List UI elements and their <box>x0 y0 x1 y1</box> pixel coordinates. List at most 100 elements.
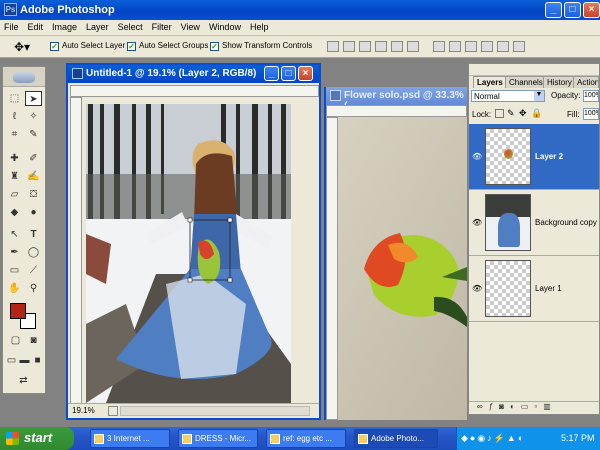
path-selection-tool-icon[interactable]: ↖ <box>6 227 23 242</box>
fill-input[interactable]: 100% <box>583 108 599 120</box>
layer-row-layer-2[interactable]: 👁 Layer 2 <box>469 124 599 190</box>
lock-pixels-icon[interactable]: ✎ <box>507 108 515 119</box>
chevron-down-icon[interactable]: ▼ <box>534 91 544 101</box>
close-button[interactable]: × <box>583 2 600 18</box>
screen-mode-menu-icon[interactable]: ▬ <box>18 353 31 368</box>
align-vcenter-icon[interactable] <box>343 41 355 52</box>
distribute-top-icon[interactable] <box>433 41 445 52</box>
zoom-tool-icon[interactable]: ⚲ <box>25 281 42 296</box>
show-transform-controls-checkbox[interactable]: ✓ <box>210 42 219 51</box>
eye-icon[interactable]: 👁 <box>472 284 482 293</box>
move-tool-icon[interactable]: ✥▾ <box>14 40 30 54</box>
healing-brush-tool-icon[interactable]: ✚ <box>6 151 23 166</box>
menu-layer[interactable]: Layer <box>82 20 114 32</box>
eraser-tool-icon[interactable]: ▱ <box>6 187 23 202</box>
tray-icons[interactable]: ◆●◉♪⚡▲◐ <box>461 433 525 444</box>
horizontal-scrollbar[interactable] <box>120 406 310 416</box>
blend-mode-select[interactable]: Normal ▼ <box>471 90 545 102</box>
hand-tool-icon[interactable]: ✋ <box>6 281 23 296</box>
shape-tool-icon[interactable]: ◯ <box>25 245 42 260</box>
screen-mode-standard-icon[interactable]: ▭ <box>5 353 18 368</box>
marquee-tool-icon[interactable]: ⬚ <box>6 91 23 106</box>
auto-select-layer-checkbox[interactable]: ✓ <box>50 42 59 51</box>
distribute-bottom-icon[interactable] <box>465 41 477 52</box>
layer-style-icon[interactable]: ƒ <box>489 402 499 411</box>
eye-icon[interactable]: 👁 <box>472 218 482 227</box>
task-word-dress[interactable]: DRESS - Micr... <box>178 429 258 448</box>
type-tool-icon[interactable]: T <box>25 227 42 242</box>
paint-bucket-tool-icon[interactable]: ⛋ <box>25 187 42 202</box>
clone-stamp-tool-icon[interactable]: ♜ <box>6 169 23 184</box>
dodge-tool-icon[interactable]: ● <box>25 205 42 220</box>
lock-all-icon[interactable]: 🔒 <box>531 108 542 119</box>
slice-tool-icon[interactable]: ✎ <box>25 127 42 142</box>
lock-transparency-icon[interactable] <box>495 109 504 118</box>
eyedropper-tool-icon[interactable]: ⟋ <box>25 263 42 278</box>
task-email-ref[interactable]: ref: egg etc ... <box>266 429 346 448</box>
align-top-icon[interactable] <box>327 41 339 52</box>
auto-select-groups-checkbox[interactable]: ✓ <box>127 42 136 51</box>
foreground-color-swatch-fill[interactable] <box>10 303 26 319</box>
panel-header[interactable] <box>469 64 599 76</box>
menu-edit[interactable]: Edit <box>24 20 49 32</box>
menu-view[interactable]: View <box>177 20 205 32</box>
add-mask-icon[interactable]: ◙ <box>499 402 510 411</box>
crop-tool-icon[interactable]: ⌗ <box>6 127 23 142</box>
doc-minimize-button[interactable]: _ <box>264 66 279 81</box>
clock[interactable]: 5:17 PM <box>561 433 595 443</box>
opacity-input[interactable]: 100% <box>583 90 599 102</box>
pen-tool-icon[interactable]: ✒ <box>6 245 23 260</box>
tab-history[interactable]: History <box>543 76 576 88</box>
start-button[interactable]: start <box>0 427 74 450</box>
eye-icon[interactable]: 👁 <box>472 152 482 161</box>
lasso-tool-icon[interactable]: ℓ <box>6 109 23 124</box>
move-tool-icon[interactable]: ➤ <box>25 91 42 106</box>
canvas-image[interactable] <box>86 104 291 403</box>
magic-wand-tool-icon[interactable]: ✧ <box>25 109 42 124</box>
doc-close-button[interactable]: × <box>298 66 313 81</box>
menu-image[interactable]: Image <box>48 20 82 32</box>
menu-help[interactable]: Help <box>246 20 274 32</box>
menu-window[interactable]: Window <box>205 20 246 32</box>
zoom-level[interactable]: 19.1% <box>72 406 95 415</box>
toolbox-header[interactable] <box>3 67 45 87</box>
screen-mode-full-icon[interactable]: ■ <box>31 353 44 368</box>
layer-row-layer-1[interactable]: 👁 Layer 1 <box>469 256 599 322</box>
menu-select[interactable]: Select <box>114 20 148 32</box>
doc-maximize-button[interactable]: □ <box>281 66 296 81</box>
flower-canvas[interactable] <box>338 117 467 420</box>
new-layer-icon[interactable]: ▫ <box>534 402 543 411</box>
jump-to-imageready-icon[interactable]: ⇄ <box>15 373 32 388</box>
task-internet-explorer[interactable]: 3 Internet ... <box>90 429 170 448</box>
standard-mode-icon[interactable]: ▢ <box>7 333 24 348</box>
blur-tool-icon[interactable]: ◆ <box>6 205 23 220</box>
tab-channels[interactable]: Channels <box>505 76 547 88</box>
align-left-icon[interactable] <box>375 41 387 52</box>
layer-row-background-copy[interactable]: 👁 Background copy <box>469 190 599 256</box>
align-hcenter-icon[interactable] <box>391 41 403 52</box>
distribute-left-icon[interactable] <box>481 41 493 52</box>
document-titlebar-inactive[interactable]: Flower solo.psd @ 33.3% (... <box>326 87 467 112</box>
minimize-button[interactable]: _ <box>545 2 562 18</box>
delete-layer-icon[interactable]: ▥ <box>543 402 557 411</box>
align-right-icon[interactable] <box>407 41 419 52</box>
menu-filter[interactable]: Filter <box>148 20 177 32</box>
distribute-vcenter-icon[interactable] <box>449 41 461 52</box>
new-group-icon[interactable]: ▭ <box>521 402 535 411</box>
link-layers-icon[interactable]: ∞ <box>477 402 489 411</box>
history-brush-tool-icon[interactable]: ✍ <box>25 169 42 184</box>
adjustment-layer-icon[interactable]: ◐ <box>510 402 521 411</box>
brush-tool-icon[interactable]: ✐ <box>25 151 42 166</box>
distribute-right-icon[interactable] <box>513 41 525 52</box>
status-menu-arrow-icon[interactable] <box>108 406 118 416</box>
task-adobe-photoshop[interactable]: Adobe Photo... <box>354 429 438 448</box>
document-titlebar[interactable]: Untitled-1 @ 19.1% (Layer 2, RGB/8) _ □ … <box>68 65 319 83</box>
menu-file[interactable]: File <box>0 20 24 32</box>
distribute-hcenter-icon[interactable] <box>497 41 509 52</box>
align-bottom-icon[interactable] <box>359 41 371 52</box>
quick-mask-mode-icon[interactable]: ◙ <box>25 333 42 348</box>
tab-actions[interactable]: Actions <box>573 76 599 88</box>
lock-position-icon[interactable]: ✥ <box>519 108 527 119</box>
maximize-button[interactable]: □ <box>564 2 581 18</box>
tab-layers[interactable]: Layers <box>473 76 507 88</box>
